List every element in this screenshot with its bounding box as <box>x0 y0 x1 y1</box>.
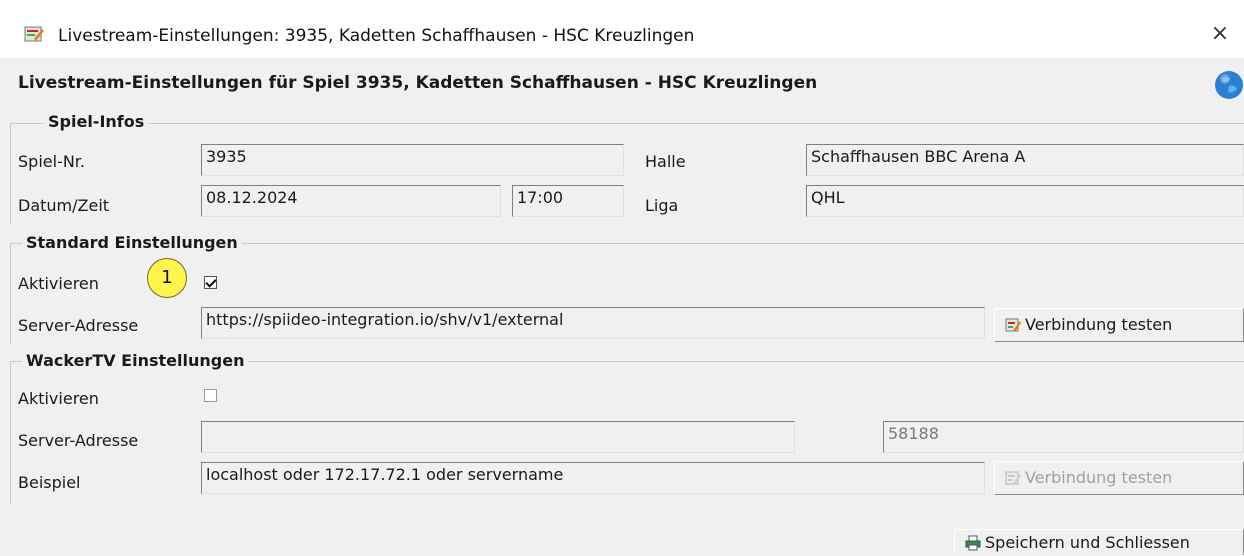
standard-einstellungen-legend: Standard Einstellungen <box>22 233 242 252</box>
wackertv-server-input[interactable] <box>201 421 795 453</box>
halle-field[interactable]: Schaffhausen BBC Arena A <box>806 144 1244 176</box>
printer-icon <box>965 535 981 551</box>
beispiel-field: localhost oder 172.17.72.1 oder serverna… <box>201 462 985 494</box>
standard-aktivieren-label: Aktivieren <box>18 274 99 293</box>
spiel-nr-field[interactable]: 3935 <box>201 144 624 176</box>
datum-zeit-label: Datum/Zeit <box>18 196 110 215</box>
window-title: Livestream-Einstellungen: 3935, Kadetten… <box>58 26 695 46</box>
wackertv-test-connection-button[interactable]: Verbindung testen <box>994 461 1244 495</box>
edit-document-icon <box>24 26 44 42</box>
wackertv-aktivieren-label: Aktivieren <box>18 389 99 408</box>
globe-icon <box>1215 71 1243 99</box>
standard-test-connection-button[interactable]: Verbindung testen <box>994 308 1244 342</box>
connection-test-icon <box>1005 318 1021 332</box>
spiel-infos-legend: Spiel-Infos <box>44 112 149 131</box>
standard-server-input[interactable]: https://spiideo-integration.io/shv/v1/ex… <box>201 307 985 339</box>
liga-field[interactable]: QHL <box>806 185 1244 217</box>
close-button[interactable]: × <box>1204 18 1236 50</box>
wackertv-einstellungen-legend: WackerTV Einstellungen <box>22 351 249 370</box>
save-and-close-button[interactable]: Speichern und Schliessen <box>954 529 1244 555</box>
spiel-nr-label: Spiel-Nr. <box>18 152 85 171</box>
wackertv-port-input[interactable]: 58188 <box>883 421 1244 453</box>
standard-test-connection-label: Verbindung testen <box>1025 315 1173 334</box>
callout-marker: 1 <box>147 258 187 298</box>
zeit-field[interactable]: 17:00 <box>512 185 624 217</box>
wackertv-server-label: Server-Adresse <box>18 431 139 450</box>
standard-aktivieren-checkbox[interactable] <box>204 276 217 289</box>
datum-field[interactable]: 08.12.2024 <box>201 185 501 217</box>
beispiel-label: Beispiel <box>18 473 81 492</box>
page-title: Livestream-Einstellungen für Spiel 3935,… <box>18 73 818 93</box>
connection-test-icon <box>1005 471 1021 485</box>
wackertv-aktivieren-checkbox[interactable] <box>204 389 217 402</box>
liga-label: Liga <box>645 196 679 215</box>
save-and-close-label: Speichern und Schliessen <box>985 533 1190 552</box>
standard-server-label: Server-Adresse <box>18 316 139 335</box>
wackertv-test-connection-label: Verbindung testen <box>1025 468 1173 487</box>
halle-label: Halle <box>645 152 686 171</box>
